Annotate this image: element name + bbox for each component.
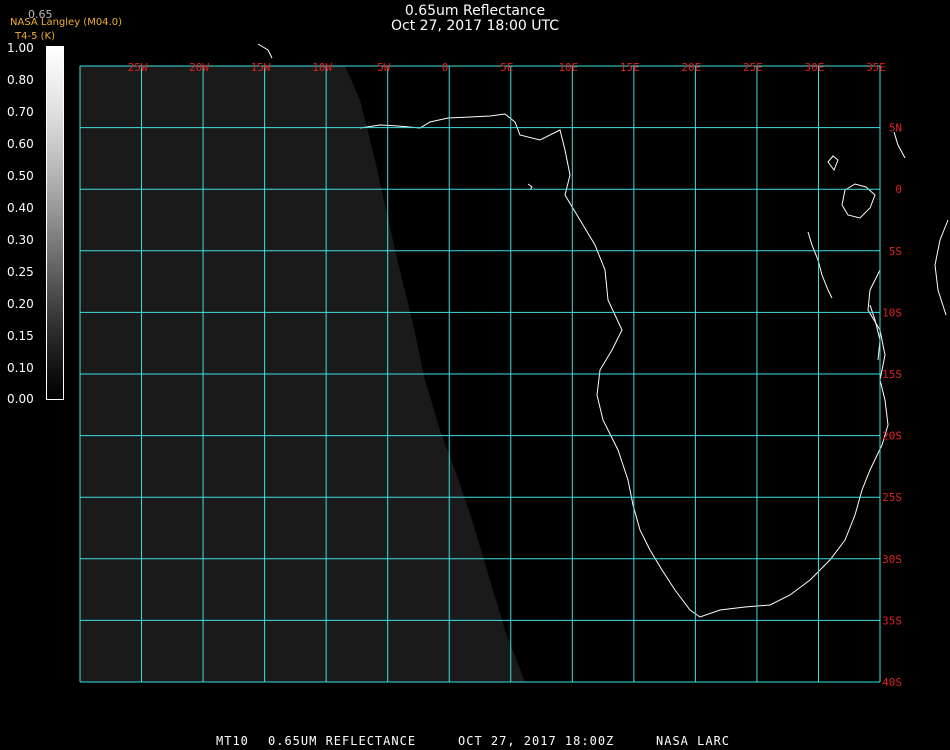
longitude-label: 20W <box>189 61 209 74</box>
longitude-label: 5W <box>377 61 391 74</box>
latitude-label: 30S <box>882 553 902 566</box>
longitude-label: 0 <box>442 61 449 74</box>
footer-datetime: OCT 27, 2017 18:00Z <box>458 734 615 748</box>
latitude-label: 5S <box>889 245 902 258</box>
latitude-label: 10S <box>882 306 902 319</box>
longitude-label: 35E <box>866 61 886 74</box>
longitude-label: 15E <box>620 61 640 74</box>
latitude-label: 0 <box>895 183 902 196</box>
longitude-label: 15W <box>251 61 271 74</box>
longitude-label: 10E <box>558 61 578 74</box>
footer-product: MT10 <box>216 734 249 748</box>
latitude-label: 20S <box>882 430 902 443</box>
footer-source: NASA LARC <box>656 734 731 748</box>
longitude-label: 25W <box>128 61 148 74</box>
latitude-label: 40S <box>882 676 902 689</box>
madagascar-coast <box>934 219 949 316</box>
longitude-label: 5E <box>500 61 513 74</box>
lake-tanganyika <box>807 231 833 299</box>
latitude-label: 5N <box>889 122 902 135</box>
latitude-label: 25S <box>882 491 902 504</box>
lake-malawi <box>869 304 881 361</box>
lake-turkana <box>827 155 839 172</box>
longitude-label: 30E <box>805 61 825 74</box>
longitude-label: 20E <box>681 61 701 74</box>
lake-chad <box>893 131 906 159</box>
longitude-label: 10W <box>312 61 332 74</box>
latitude-label: 35S <box>882 614 902 627</box>
longitude-label: 25E <box>743 61 763 74</box>
satellite-map: 25W 20W 15W 10W 5W 0 5E 10E 15E 20E 25E 30E 35E 5N 0 5S… <box>79 43 949 689</box>
canary-region <box>257 43 273 59</box>
latitude-label: 15S <box>882 368 902 381</box>
footer-band: 0.65UM REFLECTANCE <box>268 734 417 748</box>
